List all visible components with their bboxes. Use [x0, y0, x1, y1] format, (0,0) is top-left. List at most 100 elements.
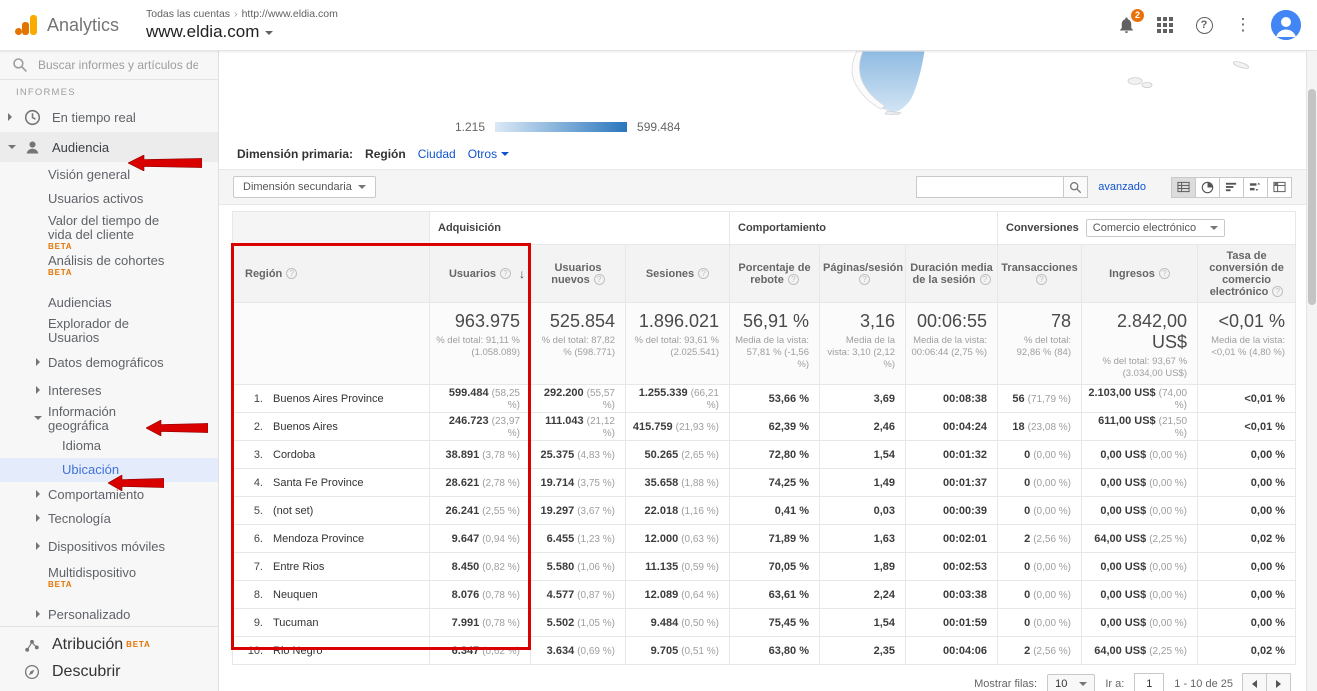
column-header-sessions[interactable]: Sesiones [626, 245, 730, 303]
region-link[interactable]: Entre Rios [273, 561, 324, 573]
sidebar-item-discover[interactable]: Descubrir [0, 658, 218, 685]
sidebar-item-demographics[interactable]: Datos demográficos [0, 346, 218, 378]
sidebar-item-language[interactable]: Idioma [0, 434, 218, 458]
table-row[interactable]: 1.Buenos Aires Province 599.484(58,25 %)… [233, 385, 1296, 413]
help-icon[interactable] [980, 274, 991, 285]
help-icon[interactable] [698, 268, 709, 279]
sidebar-item-audience[interactable]: Audiencia [0, 132, 218, 162]
column-header-pages[interactable]: Páginas/sesión [820, 245, 906, 303]
table-row[interactable]: 6.Mendoza Province 9.647(0,94 %) 6.455(1… [233, 525, 1296, 553]
vertical-scrollbar[interactable] [1306, 51, 1317, 691]
table-row[interactable]: 7.Entre Rios 8.450(0,82 %) 5.580(1,06 %)… [233, 553, 1296, 581]
table-row[interactable]: 3.Cordoba 38.891(3,78 %) 25.375(4,83 %) … [233, 441, 1296, 469]
column-header-revenue[interactable]: Ingresos [1082, 245, 1198, 303]
breadcrumb-all-accounts[interactable]: Todas las cuentas [146, 8, 230, 20]
sidebar-item-interests[interactable]: Intereses [0, 378, 218, 402]
sidebar-item-behavior[interactable]: Comportamiento [0, 482, 218, 506]
region-link[interactable]: Buenos Aires Province [273, 393, 384, 405]
goto-page-input[interactable] [1134, 673, 1164, 691]
sidebar-item-cohort-analysis[interactable]: Análisis de cohortes BETA [0, 250, 218, 290]
dimension-option-city[interactable]: Ciudad [418, 147, 456, 161]
analytics-logo[interactable]: Analytics [0, 13, 138, 37]
column-header-region[interactable]: Región [233, 245, 430, 303]
column-header-conv-rate[interactable]: Tasa de conversión de comercio electróni… [1198, 245, 1296, 303]
scrollbar-thumb[interactable] [1308, 89, 1316, 305]
group-header-empty [233, 212, 430, 245]
sidebar-search[interactable] [0, 51, 218, 80]
table-row[interactable]: 8.Neuquen 8.076(0,78 %) 4.577(0,87 %) 12… [233, 581, 1296, 609]
argentina-map-icon [619, 51, 1279, 115]
region-link[interactable]: Mendoza Province [273, 533, 364, 545]
sidebar-item-geo[interactable]: Información geográfica [0, 402, 218, 434]
notifications-button[interactable]: 2 [1115, 14, 1137, 36]
account-selector[interactable]: www.eldia.com [146, 22, 338, 42]
sidebar-item-custom[interactable]: Personalizado [0, 602, 218, 626]
geo-map[interactable] [219, 51, 1306, 115]
region-link[interactable]: Neuquen [273, 589, 318, 601]
column-header-new-users[interactable]: Usuarios nuevos [531, 245, 626, 303]
help-icon[interactable] [594, 274, 605, 285]
sidebar-item-user-explorer[interactable]: Explorador de Usuarios [0, 314, 218, 346]
rows-per-page-label: Mostrar filas: [974, 678, 1037, 690]
sidebar-item-technology[interactable]: Tecnología [0, 506, 218, 530]
help-icon[interactable] [859, 274, 870, 285]
sidebar-item-attribution[interactable]: Atribución BETA [0, 631, 218, 658]
sidebar-item-location[interactable]: Ubicación [0, 458, 218, 482]
help-icon[interactable] [1159, 268, 1170, 279]
region-link[interactable]: Santa Fe Province [273, 477, 364, 489]
table-row[interactable]: 4.Santa Fe Province 28.621(2,78 %) 19.71… [233, 469, 1296, 497]
column-header-bounce[interactable]: Porcentaje de rebote [730, 245, 820, 303]
table-filter-input[interactable] [916, 176, 1064, 198]
sidebar-item-overview[interactable]: Visión general [0, 162, 218, 186]
region-link[interactable]: Rio Negro [273, 645, 323, 657]
sidebar-bottom: Atribución BETA Descubrir [0, 626, 218, 691]
map-legend: 1.215 599.484 [219, 115, 1306, 139]
table-filter-search-button[interactable] [1064, 176, 1088, 198]
notification-badge: 2 [1131, 9, 1144, 22]
secondary-dimension-button[interactable]: Dimensión secundaria [233, 176, 376, 198]
help-icon[interactable] [500, 268, 511, 279]
pivot-view-button[interactable] [1267, 177, 1292, 198]
help-icon[interactable] [1272, 286, 1283, 297]
column-header-transactions[interactable]: Transacciones [998, 245, 1082, 303]
sidebar-item-lifetime-value[interactable]: Valor del tiempo de vida del cliente BET… [0, 210, 218, 250]
region-link[interactable]: Tucuman [273, 617, 318, 629]
table-view-button[interactable] [1171, 177, 1196, 198]
apps-grid-button[interactable] [1154, 14, 1176, 36]
dimension-option-region[interactable]: Región [365, 147, 406, 161]
help-icon[interactable] [788, 274, 799, 285]
performance-view-button[interactable] [1219, 177, 1244, 198]
search-input[interactable] [38, 58, 198, 72]
next-page-button[interactable] [1266, 673, 1291, 691]
more-menu-button[interactable] [1232, 14, 1254, 36]
region-link[interactable]: Cordoba [273, 449, 315, 461]
dimension-option-other[interactable]: Otros [468, 147, 509, 161]
comparison-view-button[interactable] [1243, 177, 1268, 198]
prev-page-button[interactable] [1242, 673, 1267, 691]
sidebar: INFORMES En tiempo real Audiencia Vis [0, 51, 219, 691]
percentage-view-button[interactable] [1195, 177, 1220, 198]
table-row[interactable]: 10.Rio Negro 6.347(0,62 %) 3.634(0,69 %)… [233, 637, 1296, 665]
bar-chart-icon [1225, 181, 1238, 193]
help-icon[interactable] [286, 268, 297, 279]
rows-per-page-select[interactable]: 10 [1047, 674, 1095, 691]
breadcrumb-property[interactable]: http://www.eldia.com [242, 8, 338, 20]
sidebar-item-realtime[interactable]: En tiempo real [0, 102, 218, 132]
advanced-filter-link[interactable]: avanzado [1098, 181, 1146, 193]
table-row[interactable]: 9.Tucuman 7.991(0,78 %) 5.502(1,05 %) 9.… [233, 609, 1296, 637]
avatar[interactable] [1271, 10, 1301, 40]
conversions-type-selector[interactable]: Comercio electrónico [1086, 219, 1225, 237]
help-icon[interactable] [1036, 274, 1047, 285]
sidebar-item-mobile[interactable]: Dispositivos móviles [0, 530, 218, 562]
sidebar-item-audiences[interactable]: Audiencias [0, 290, 218, 314]
table-row[interactable]: 5.(not set) 26.241(2,55 %) 19.297(3,67 %… [233, 497, 1296, 525]
column-header-duration[interactable]: Duración media de la sesión [906, 245, 998, 303]
sidebar-item-active-users[interactable]: Usuarios activos [0, 186, 218, 210]
region-link[interactable]: Buenos Aires [273, 421, 338, 433]
table-row[interactable]: 2.Buenos Aires 246.723(23,97 %) 111.043(… [233, 413, 1296, 441]
help-button[interactable] [1193, 14, 1215, 36]
sidebar-item-cross-device[interactable]: Multidispositivo BETA [0, 562, 218, 602]
sidebar-item-label: Descubrir [52, 663, 120, 681]
region-link[interactable]: (not set) [273, 505, 313, 517]
column-header-users[interactable]: Usuarios [430, 245, 531, 303]
